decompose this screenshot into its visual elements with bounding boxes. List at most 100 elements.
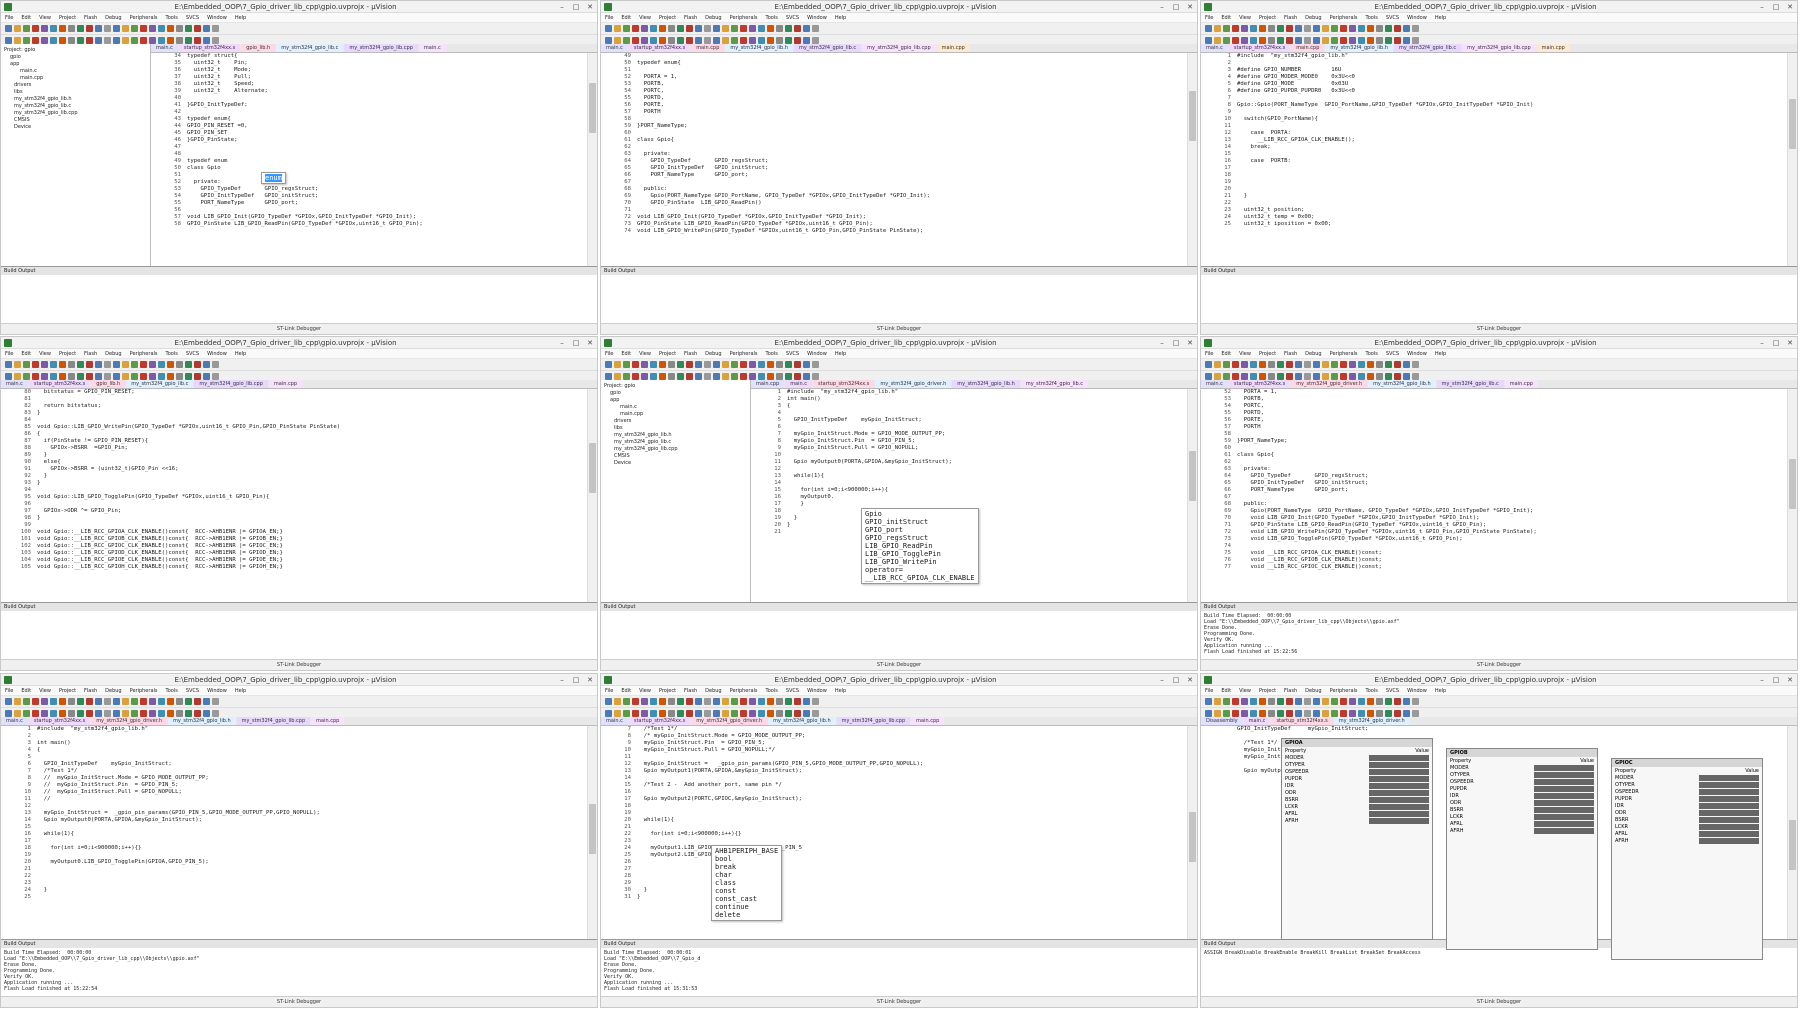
toolbar-button-icon[interactable] — [812, 37, 819, 44]
toolbar-button-icon[interactable] — [731, 698, 738, 705]
menu-window[interactable]: Window — [807, 351, 827, 357]
toolbar-button-icon[interactable] — [1304, 710, 1311, 717]
toolbar-button-icon[interactable] — [1232, 25, 1239, 32]
toolbar-button-icon[interactable] — [659, 361, 666, 368]
file-tab[interactable]: main.c — [785, 380, 813, 388]
vertical-scrollbar[interactable] — [587, 53, 597, 266]
code-line[interactable]: 21 — [1, 866, 587, 873]
toolbar-button-icon[interactable] — [41, 373, 48, 380]
toolbar-button-icon[interactable] — [1232, 361, 1239, 368]
code-line[interactable]: 54 PORTC, — [601, 88, 1187, 95]
toolbar-button-icon[interactable] — [113, 37, 120, 44]
maximize-icon[interactable]: □ — [1769, 339, 1783, 347]
menu-file[interactable]: File — [5, 688, 13, 694]
toolbar-button-icon[interactable] — [1331, 361, 1338, 368]
toolbar-button-icon[interactable] — [650, 373, 657, 380]
toolbar-button-icon[interactable] — [86, 373, 93, 380]
toolbar-button-icon[interactable] — [158, 361, 165, 368]
maximize-icon[interactable]: □ — [1169, 339, 1183, 347]
file-tab[interactable]: startup_stm32f4xx.s — [178, 44, 241, 52]
toolbar-button-icon[interactable] — [1313, 710, 1320, 717]
menu-flash[interactable]: Flash — [1284, 351, 1297, 357]
toolbar-button-icon[interactable] — [50, 710, 57, 717]
code-editor[interactable]: main.c startup_stm32f4xx.s my_stm32f4_gpio… — [1, 717, 597, 939]
code-line[interactable]: 82 return bitstatus; — [1, 403, 587, 410]
code-line[interactable]: 50 class Gpio — [151, 165, 587, 172]
menu-help[interactable]: Help — [235, 351, 246, 357]
toolbar-button-icon[interactable] — [740, 698, 747, 705]
toolbar-button-icon[interactable] — [1214, 25, 1221, 32]
scrollbar-thumb[interactable] — [1189, 91, 1196, 141]
toolbar-button-icon[interactable] — [1223, 710, 1230, 717]
menu-tools[interactable]: Tools — [1366, 15, 1378, 21]
toolbar-button-icon[interactable] — [803, 25, 810, 32]
toolbar-button-icon[interactable] — [1250, 361, 1257, 368]
toolbar-button-icon[interactable] — [158, 698, 165, 705]
toolbar-button-icon[interactable] — [131, 710, 138, 717]
toolbar-button-icon[interactable] — [1259, 373, 1266, 380]
vertical-scrollbar[interactable] — [587, 726, 597, 939]
code-line[interactable]: 68 public: — [1201, 501, 1787, 508]
project-tree-item[interactable]: Device — [4, 124, 147, 131]
autocomplete-item[interactable]: class — [715, 879, 778, 887]
code-line[interactable]: 2 int main() — [751, 396, 1187, 403]
toolbar-button-icon[interactable] — [1214, 373, 1221, 380]
toolbar-button-icon[interactable] — [212, 37, 219, 44]
vertical-scrollbar[interactable] — [1187, 53, 1197, 266]
toolbar-button-icon[interactable] — [1403, 37, 1410, 44]
code-line[interactable]: 41}GPIO_InitTypeDef; — [151, 102, 587, 109]
menu-file[interactable]: File — [605, 688, 613, 694]
project-tree-item[interactable]: CMSIS — [604, 453, 747, 460]
file-tab[interactable]: my_stm32f4_gpio_driver.h — [91, 717, 168, 725]
toolbar-button-icon[interactable] — [1412, 25, 1419, 32]
toolbar-button-icon[interactable] — [1268, 698, 1275, 705]
toolbar-button-icon[interactable] — [695, 25, 702, 32]
code-line[interactable]: 16 while(1){ — [1, 831, 587, 838]
toolbar-button-icon[interactable] — [149, 710, 156, 717]
toolbar-button-icon[interactable] — [1394, 710, 1401, 717]
code-line[interactable]: 81 — [1, 396, 587, 403]
toolbar-button-icon[interactable] — [668, 25, 675, 32]
toolbar-button-icon[interactable] — [1394, 373, 1401, 380]
toolbar-button-icon[interactable] — [77, 361, 84, 368]
menu-svcs[interactable]: SVCS — [786, 15, 799, 21]
toolbar-button-icon[interactable] — [194, 710, 201, 717]
vertical-scrollbar[interactable] — [1187, 389, 1197, 602]
code-line[interactable]: 72 void LIB_GPIO_WritePin(GPIO_TypeDef *… — [1201, 529, 1787, 536]
toolbar-button-icon[interactable] — [1295, 698, 1302, 705]
toolbar-button-icon[interactable] — [1250, 373, 1257, 380]
toolbar-button-icon[interactable] — [623, 373, 630, 380]
scrollbar-thumb[interactable] — [1789, 99, 1796, 149]
toolbar-button-icon[interactable] — [668, 361, 675, 368]
code-line[interactable]: 72 void LIB_GPIO_Init(GPIO_TypeDef *GPIOx… — [601, 214, 1187, 221]
toolbar-button-icon[interactable] — [695, 373, 702, 380]
toolbar-button-icon[interactable] — [1277, 698, 1284, 705]
file-tab[interactable]: my_stm32f4_gpio_lib.c — [1020, 380, 1088, 388]
code-line[interactable]: 102 void Gpio::__LIB_RCC_GPIOC_CLK_ENABLE… — [1, 543, 587, 550]
toolbar-button-icon[interactable] — [95, 361, 102, 368]
toolbar-button-icon[interactable] — [794, 710, 801, 717]
toolbar-button-icon[interactable] — [1214, 698, 1221, 705]
toolbar-button-icon[interactable] — [1340, 373, 1347, 380]
code-line[interactable]: 15 /*Test 2 - Add another port, same pin… — [601, 782, 1187, 789]
code-line[interactable]: 59}PORT_NameType; — [1201, 438, 1787, 445]
toolbar-button-icon[interactable] — [731, 25, 738, 32]
code-line[interactable]: 24 } — [1, 887, 587, 894]
toolbar-button-icon[interactable] — [650, 710, 657, 717]
toolbar-button-icon[interactable] — [14, 25, 21, 32]
menu-view[interactable]: View — [39, 15, 51, 21]
project-tree-item[interactable]: CMSIS — [4, 117, 147, 124]
toolbar-button-icon[interactable] — [1205, 25, 1212, 32]
toolbar-button-icon[interactable] — [1232, 710, 1239, 717]
project-tree-item[interactable]: my_stm32f4_gpio_lib.h — [4, 96, 147, 103]
file-tab[interactable]: main.cpp — [268, 380, 303, 388]
code-line[interactable]: 64 GPIO_TypeDef GPIO_regsStruct; — [1201, 473, 1787, 480]
toolbar-button-icon[interactable] — [1241, 698, 1248, 705]
toolbar-button-icon[interactable] — [650, 361, 657, 368]
toolbar-button-icon[interactable] — [749, 25, 756, 32]
vertical-scrollbar[interactable] — [587, 389, 597, 602]
toolbar-button-icon[interactable] — [149, 361, 156, 368]
toolbar-button-icon[interactable] — [32, 25, 39, 32]
menu-debug[interactable]: Debug — [705, 688, 721, 694]
toolbar-button-icon[interactable] — [767, 361, 774, 368]
